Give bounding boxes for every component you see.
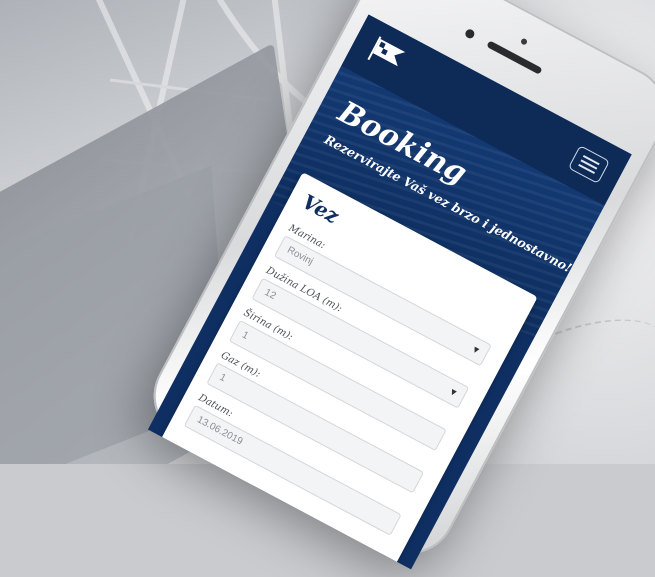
hamburger-menu-icon[interactable]	[567, 145, 611, 184]
form-title: Vez	[298, 189, 343, 229]
front-camera-icon	[463, 27, 476, 40]
phone-speaker	[486, 40, 543, 75]
flag-logo-icon[interactable]	[365, 34, 409, 76]
phone-sensor	[519, 37, 529, 46]
